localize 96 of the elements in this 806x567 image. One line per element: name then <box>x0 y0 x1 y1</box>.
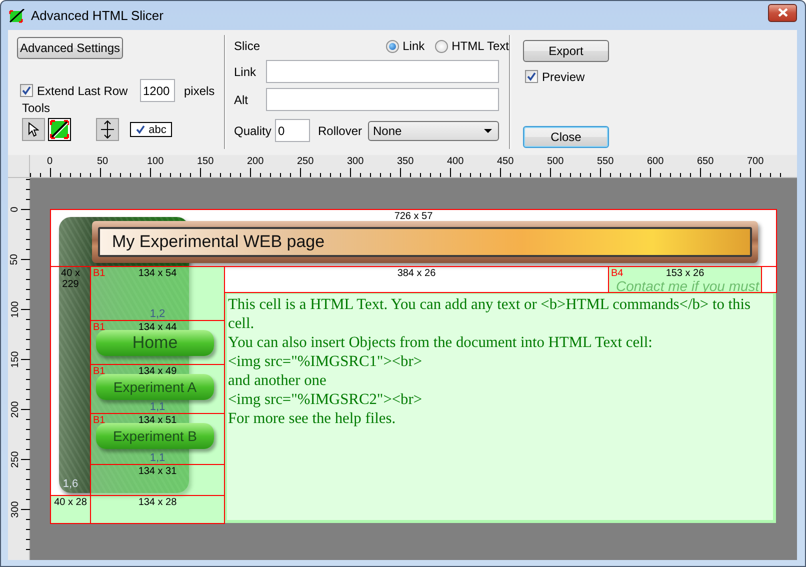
slice-size: 134 x 49 <box>138 366 177 377</box>
html-text-cell[interactable] <box>224 292 776 523</box>
slice-size: 134 x 51 <box>138 415 177 426</box>
ruler-label: 150 <box>10 350 20 368</box>
quality-field[interactable]: 0 <box>275 119 310 142</box>
pointer-icon <box>28 122 39 137</box>
slice-tag: B1 <box>93 322 106 333</box>
ruler-label: 50 <box>97 156 108 167</box>
tool-button[interactable] <box>48 118 71 141</box>
link-label: Link <box>234 64 258 78</box>
ruler-label: 0 <box>10 206 20 212</box>
slice[interactable]: Home B1 134 x 44 <box>90 320 225 365</box>
tool-button[interactable] <box>22 118 45 141</box>
tools-label: Tools <box>22 101 50 115</box>
pixels-label: pixels <box>184 84 215 98</box>
nav-button[interactable]: Experiment B <box>96 423 214 449</box>
ruler-label: 450 <box>497 156 514 167</box>
rows-pixels-field[interactable]: 1200 <box>140 79 175 102</box>
ruler-label: 0 <box>47 156 53 167</box>
slice-index: 1,6 <box>62 478 78 490</box>
ruler-label: 100 <box>10 300 20 318</box>
slice-tag: B4 <box>611 268 624 279</box>
slice-size: 384 x 26 <box>397 268 436 279</box>
slice-size: 134 x 28 <box>138 497 177 508</box>
html-text-line: and another one <box>228 371 328 390</box>
slice[interactable] <box>761 266 777 293</box>
dropdown-arrow-icon <box>484 128 492 132</box>
ruler-label: 300 <box>347 156 364 167</box>
html-text-line: This cell is a HTML Text. You can add any text or <b>HTML commands</b> to this cell. <box>228 295 752 333</box>
html-text-line: You can also insert Objects from the document into HTML Text cell: <box>228 333 654 352</box>
slice-tag: B1 <box>93 366 106 377</box>
alt-label: Alt <box>234 92 250 106</box>
ruler-label: 50 <box>10 253 20 265</box>
nav-button[interactable]: Home <box>96 330 214 356</box>
slice[interactable]: 384 x 26 <box>224 266 609 293</box>
slice-size: 153 x 26 <box>666 268 704 279</box>
slice-size: 40 x 28 <box>54 497 87 508</box>
preview-label: Preview <box>542 70 585 84</box>
ruler-label: 150 <box>197 156 214 167</box>
slice-size: 134 x 31 <box>138 466 177 477</box>
slice-size: 40 x 229 <box>60 268 81 290</box>
radio[interactable] <box>386 40 399 52</box>
advanced-settings-button[interactable]: Advanced Settings <box>17 37 123 59</box>
slice-size: 134 x 54 <box>138 268 177 279</box>
slice[interactable]: Experiment B B1 134 x 51 1,1 <box>90 413 225 465</box>
split-icon <box>101 120 114 139</box>
slice-label: Slice <box>234 39 262 53</box>
ruler-label: 200 <box>247 156 264 167</box>
slice-tag: B1 <box>93 268 106 279</box>
app-icon <box>9 8 25 22</box>
slice[interactable]: 40 x 28 <box>50 495 91 524</box>
slice-size: 726 x 57 <box>394 211 433 222</box>
slice[interactable]: 134 x 28 <box>90 495 225 524</box>
ruler-label: 200 <box>10 400 20 418</box>
ruler-label: 350 <box>397 156 414 167</box>
banner-title: My Experimental WEB page <box>112 232 325 252</box>
ruler-label: 550 <box>597 156 614 167</box>
slice-type-radio[interactable]: Link <box>386 39 425 53</box>
slice-type-radio[interactable]: HTML Text <box>434 39 509 53</box>
rollover-label: Rollover <box>318 124 364 138</box>
radio[interactable] <box>434 40 448 52</box>
slice-index: 1,1 <box>150 401 166 413</box>
slice-tool-icon <box>50 120 69 139</box>
html-text-line: <img src="%IMGSRC1"><br> <box>228 352 424 371</box>
slice-size: 134 x 44 <box>138 322 177 333</box>
ruler-label: 400 <box>447 156 464 167</box>
ruler-label: 250 <box>297 156 314 167</box>
ruler-label: 300 <box>10 500 20 518</box>
ruler-label: 250 <box>10 450 20 468</box>
export-button[interactable]: Export <box>523 40 609 62</box>
slice-index: 1,2 <box>150 308 166 320</box>
slice[interactable]: Experiment A B1 134 x 49 1,1 <box>90 364 225 414</box>
window-title: Advanced HTML Slicer <box>31 8 164 23</box>
slice[interactable]: 134 x 31 <box>90 464 225 496</box>
ruler-label: 650 <box>697 156 714 167</box>
rollover-value: None <box>373 124 402 138</box>
slice-index: 1,1 <box>150 452 166 464</box>
html-text-line: <img src="%IMGSRC2"><br> <box>228 390 424 409</box>
close-button[interactable] <box>768 4 797 22</box>
link-field[interactable] <box>266 60 499 83</box>
extend-last-row-label: Extend Last Row <box>37 84 129 98</box>
slice[interactable]: B1 134 x 54 1,2 <box>90 266 225 321</box>
rollover-select[interactable]: None <box>368 120 499 140</box>
slice-tag: B1 <box>93 415 106 426</box>
ruler-label: 700 <box>747 156 764 167</box>
quality-label: Quality <box>234 124 272 138</box>
close-icon <box>778 8 788 17</box>
ruler-label: 100 <box>147 156 164 167</box>
nav-button[interactable]: Experiment A <box>96 374 214 400</box>
tool-button[interactable] <box>96 118 119 141</box>
text-toggle[interactable]: abc <box>130 122 172 137</box>
alt-field[interactable] <box>266 88 499 111</box>
html-text-line: For more see the help files. <box>228 409 397 428</box>
ruler-label: 600 <box>647 156 664 167</box>
ruler-label: 500 <box>547 156 564 167</box>
close-dialog-button[interactable]: Close <box>523 126 609 148</box>
